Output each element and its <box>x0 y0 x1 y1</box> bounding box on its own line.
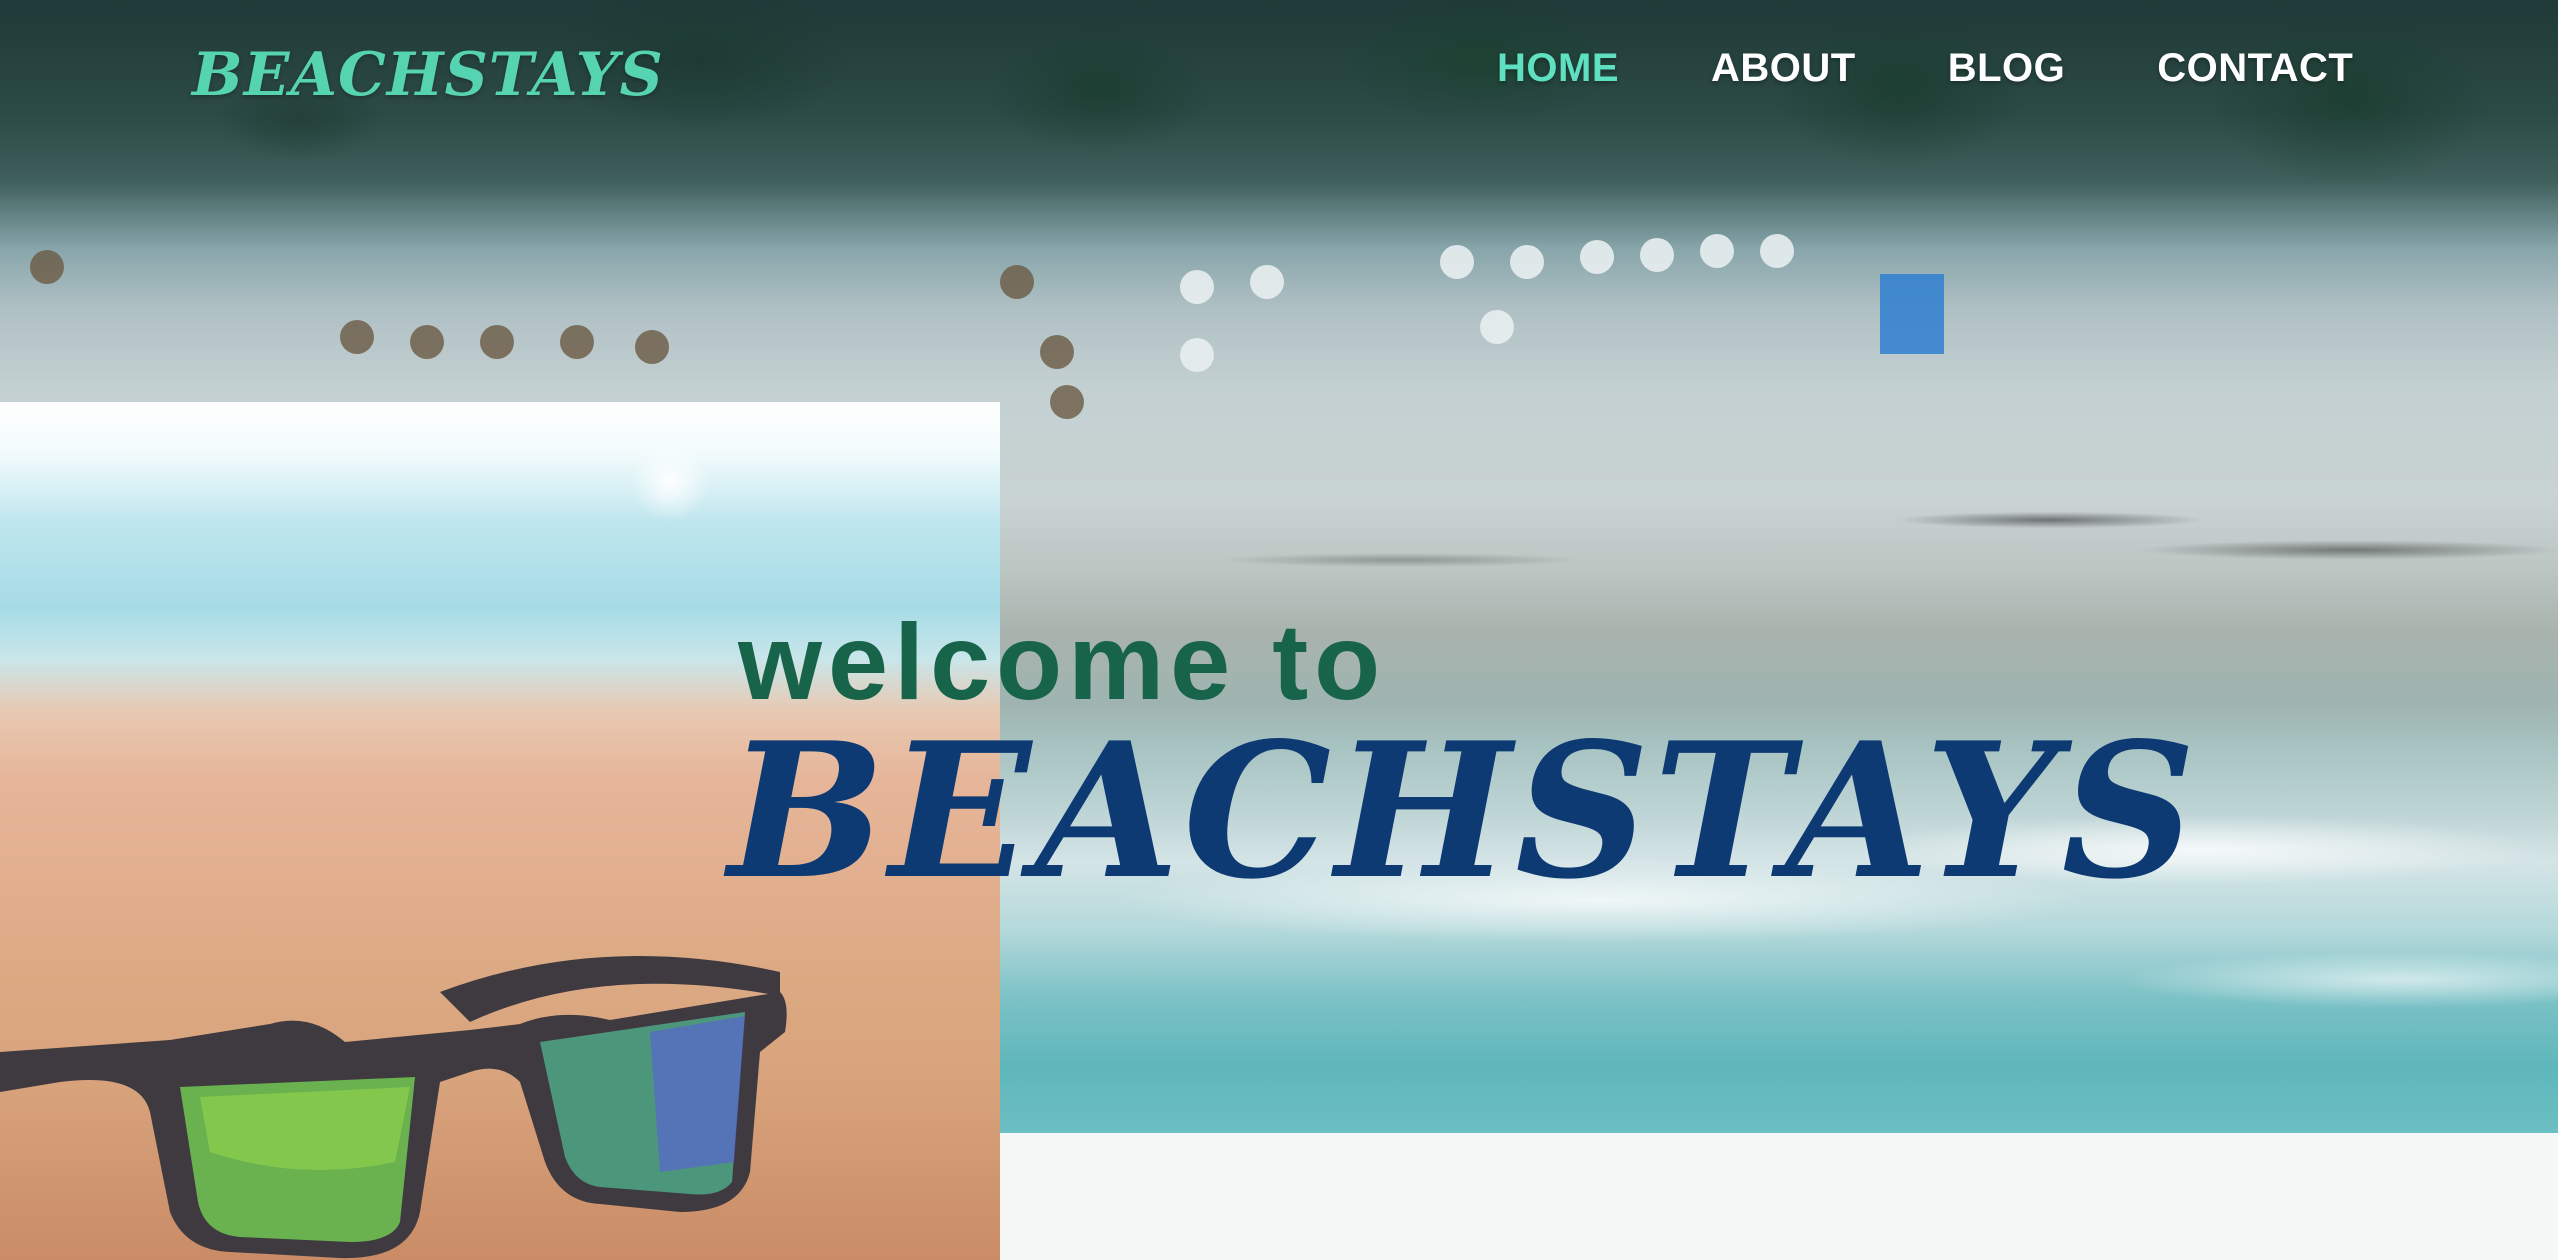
nav-blog[interactable]: BLOG <box>1948 46 2066 91</box>
hero-title: BEACHSTAYS <box>728 701 2200 920</box>
blue-tent <box>1880 274 1944 354</box>
site-logo[interactable]: BEACHSTAYS <box>192 40 664 110</box>
nav-contact[interactable]: CONTACT <box>2157 46 2353 91</box>
site-header: BEACHSTAYS HOME ABOUT BLOG CONTACT <box>0 0 2558 140</box>
main-nav: HOME ABOUT BLOG CONTACT <box>1497 46 2353 91</box>
seaweed-line <box>1000 480 2558 600</box>
hero-welcome-text: welcome to <box>738 601 1387 722</box>
nav-home[interactable]: HOME <box>1497 46 1619 91</box>
sun-glare <box>630 442 710 522</box>
nav-about[interactable]: ABOUT <box>1711 46 1856 91</box>
sunglasses-icon <box>0 956 787 1259</box>
